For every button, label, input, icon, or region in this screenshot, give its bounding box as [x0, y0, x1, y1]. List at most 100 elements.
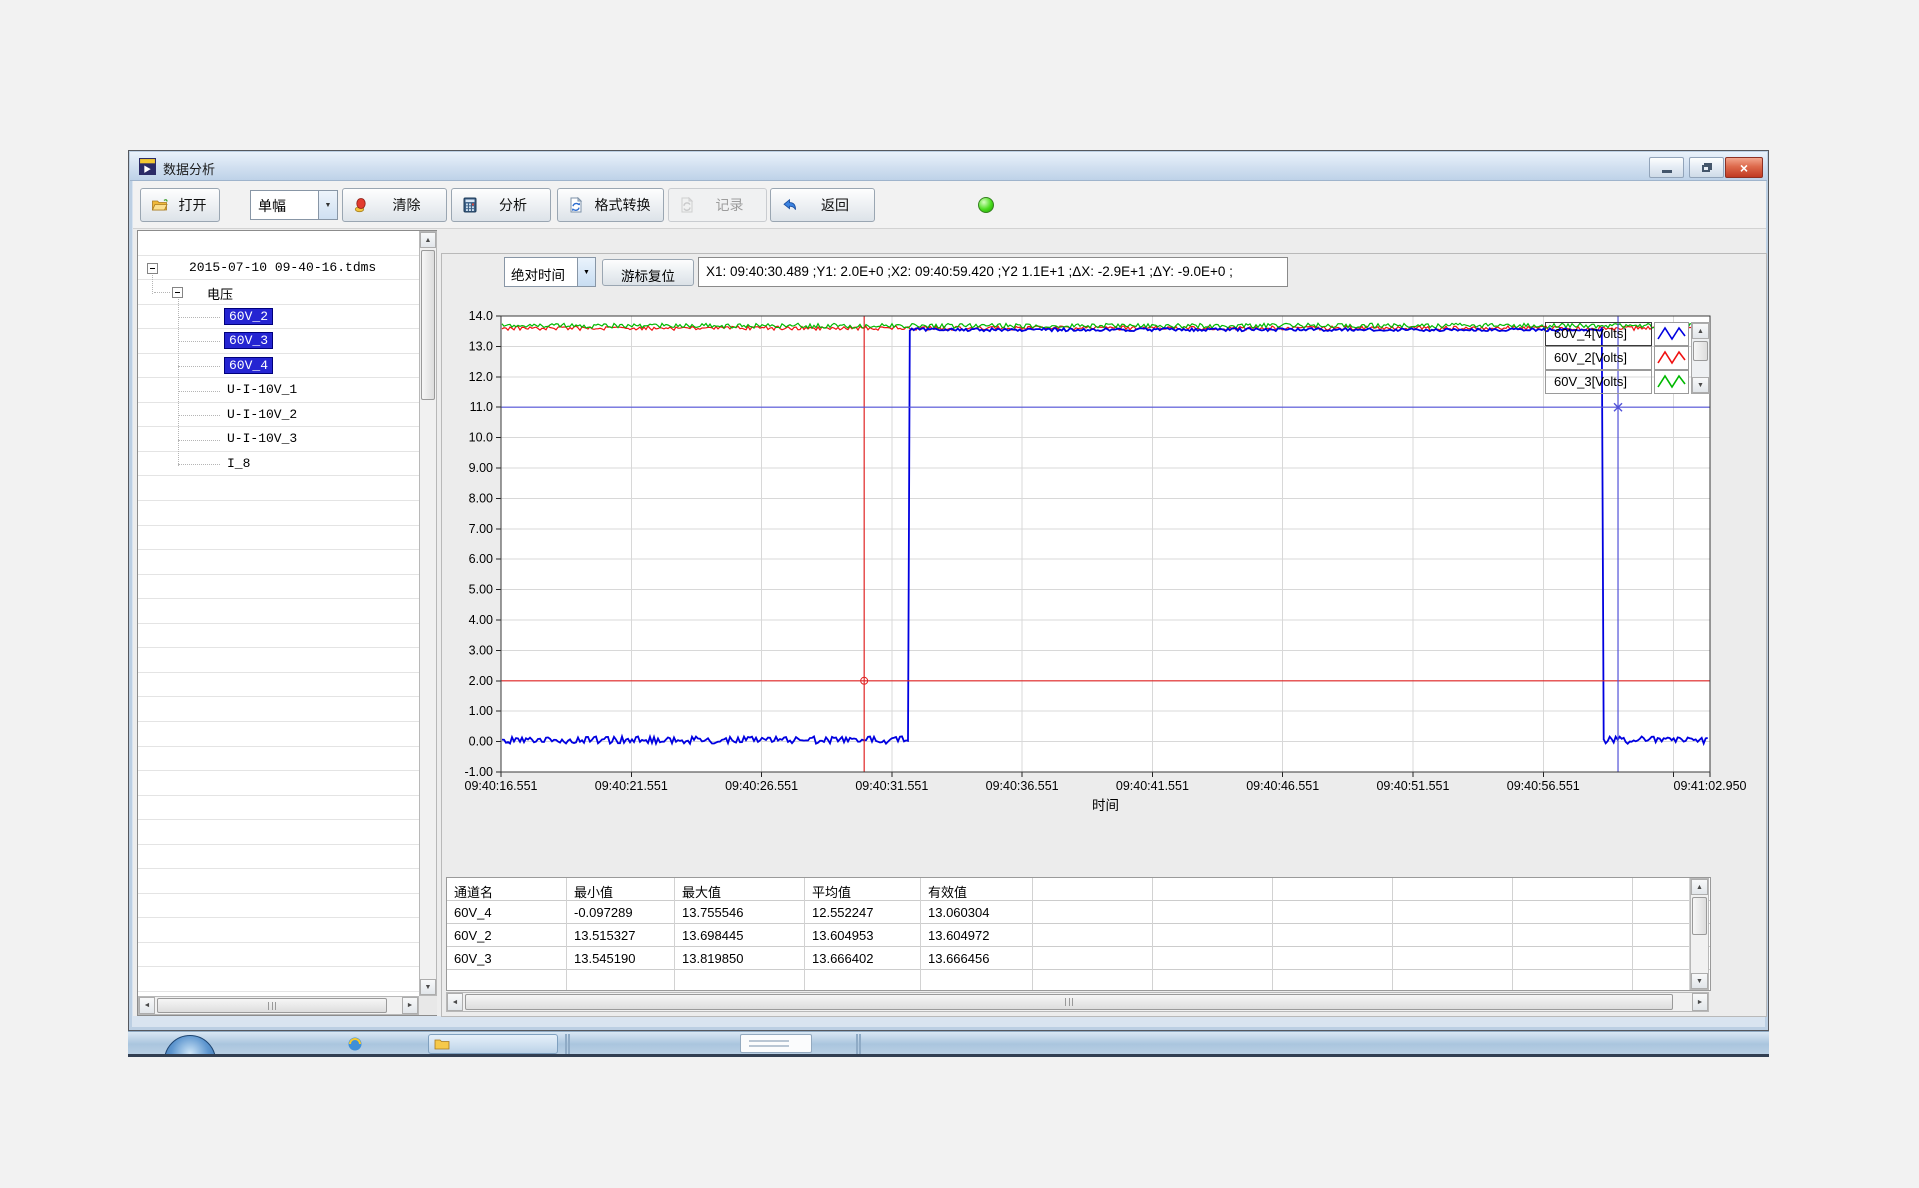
- tree-vscrollbar[interactable]: ▲ ▼: [419, 231, 437, 996]
- scroll-up-icon[interactable]: ▲: [420, 232, 436, 248]
- record-button[interactable]: 记录: [668, 188, 767, 222]
- scroll-right-icon[interactable]: ►: [1692, 993, 1708, 1011]
- legend-sample-60V_4[Volts][interactable]: [1654, 322, 1689, 346]
- tree-item-2015-07-10 09-40-16.tdms[interactable]: 2015-07-10 09-40-16.tdms: [189, 260, 376, 275]
- stats-row-60V_3: 60V_313.54519013.81985013.66640213.66645…: [447, 947, 1710, 970]
- svg-text:12.0: 12.0: [469, 370, 493, 384]
- tree-connector: [178, 366, 220, 367]
- start-button[interactable]: [164, 1035, 216, 1054]
- tree-row: [138, 968, 419, 993]
- scroll-right-icon[interactable]: ►: [402, 997, 418, 1014]
- tree-row: [138, 477, 419, 502]
- svg-text:13.0: 13.0: [469, 339, 493, 353]
- svg-text:7.00: 7.00: [469, 522, 493, 536]
- tree-item-I_8[interactable]: I_8: [227, 456, 250, 471]
- stats-row-60V_4-cell: [1513, 901, 1633, 924]
- tree-expand-toggle[interactable]: [147, 263, 158, 274]
- stats-header-row-cell: [1273, 878, 1393, 901]
- legend-item-60V_3[Volts][interactable]: 60V_3[Volts]: [1545, 370, 1652, 394]
- minimize-button[interactable]: [1649, 157, 1684, 178]
- format-convert-button[interactable]: 格式转换: [557, 188, 664, 222]
- tree-hscrollbar[interactable]: ◄ ►: [138, 996, 419, 1015]
- scroll-up-icon[interactable]: ▲: [1692, 323, 1709, 339]
- legend-item-60V_2[Volts][interactable]: 60V_2[Volts]: [1545, 346, 1652, 370]
- stats-empty-row: [447, 970, 1710, 991]
- clear-button[interactable]: 清除: [342, 188, 447, 222]
- tree-hscroll-thumb[interactable]: [157, 998, 387, 1013]
- tree-connector: [178, 317, 220, 318]
- scroll-down-icon[interactable]: ▼: [1692, 377, 1709, 393]
- scroll-up-icon[interactable]: ▲: [1691, 879, 1708, 895]
- svg-text:4.00: 4.00: [469, 613, 493, 627]
- scroll-left-icon[interactable]: ◄: [447, 993, 463, 1011]
- convert-file-icon: [568, 197, 584, 213]
- stats-row-60V_2-cell: [1273, 924, 1393, 947]
- time-mode-combo[interactable]: 绝对时间 ▼: [504, 257, 596, 287]
- open-button-label: 打开: [176, 195, 209, 215]
- tree-row: 60V_2: [138, 305, 419, 330]
- folder-open-icon: [151, 197, 168, 213]
- tree-item-U-I-10V_2[interactable]: U-I-10V_2: [227, 407, 297, 422]
- maximize-button[interactable]: [1689, 157, 1724, 178]
- stats-header-row-cell: [1633, 878, 1690, 901]
- svg-text:09:40:51.551: 09:40:51.551: [1376, 779, 1449, 793]
- legend-sample-60V_3[Volts][interactable]: [1654, 370, 1689, 394]
- graph-hscrollbar[interactable]: ◄ ►: [446, 992, 1709, 1012]
- chevron-down-icon[interactable]: ▼: [577, 258, 595, 286]
- taskbar-separator: [856, 1034, 858, 1054]
- tree-item-60V_3[interactable]: 60V_3: [224, 332, 273, 349]
- tree-connector: [178, 341, 220, 342]
- scroll-down-icon[interactable]: ▼: [1691, 973, 1708, 989]
- stats-header-row-cell: 平均值: [805, 878, 921, 901]
- stats-empty-row-cell: [1033, 970, 1153, 991]
- status-led: [978, 197, 994, 213]
- tree-item-U-I-10V_1[interactable]: U-I-10V_1: [227, 382, 297, 397]
- stats-vscrollbar[interactable]: ▲ ▼: [1690, 878, 1709, 990]
- tree-row: [138, 820, 419, 845]
- tree-item-60V_4[interactable]: 60V_4: [224, 357, 273, 374]
- scroll-left-icon[interactable]: ◄: [139, 997, 155, 1014]
- stats-row-60V_2-cell: 13.604953: [805, 924, 921, 947]
- svg-text:5.00: 5.00: [469, 583, 493, 597]
- tree-item-60V_2[interactable]: 60V_2: [224, 308, 273, 325]
- tree-row: [138, 722, 419, 747]
- tree-vscroll-thumb[interactable]: [421, 250, 435, 400]
- taskbar-app-button[interactable]: [428, 1034, 558, 1054]
- scroll-down-icon[interactable]: ▼: [420, 979, 436, 995]
- stats-row-60V_4-cell: 12.552247: [805, 901, 921, 924]
- tree-item-U-I-10V_3[interactable]: U-I-10V_3: [227, 431, 297, 446]
- legend-scroll-thumb[interactable]: [1693, 341, 1708, 361]
- stats-vscroll-thumb[interactable]: [1692, 897, 1707, 935]
- stats-empty-row-cell: [1273, 970, 1393, 991]
- stats-row-60V_2-cell: [1153, 924, 1273, 947]
- cursor-reset-button[interactable]: 游标复位: [602, 259, 694, 286]
- svg-text:09:40:41.551: 09:40:41.551: [1116, 779, 1189, 793]
- open-button[interactable]: 打开: [140, 188, 220, 222]
- legend-sample-60V_2[Volts][interactable]: [1654, 346, 1689, 370]
- tree-row: 60V_3: [138, 329, 419, 354]
- taskbar-thumbnail-button[interactable]: [740, 1034, 812, 1053]
- calculator-icon: [462, 197, 478, 213]
- stats-row-60V_4-cell: 60V_4: [447, 901, 567, 924]
- graph-hscroll-thumb[interactable]: [465, 994, 1673, 1010]
- stats-empty-row-cell: [805, 970, 921, 991]
- legend-scrollbar[interactable]: ▲▼: [1691, 322, 1710, 394]
- tree-expand-toggle[interactable]: [172, 287, 183, 298]
- stats-empty-row-cell: [447, 970, 567, 991]
- scroll-corner: [419, 996, 437, 1015]
- close-button[interactable]: ×: [1725, 157, 1763, 178]
- svg-text:11.0: 11.0: [470, 400, 493, 414]
- chevron-down-icon[interactable]: ▼: [318, 191, 337, 219]
- close-icon: ×: [1740, 160, 1748, 176]
- quicklaunch-icon[interactable]: [346, 1036, 364, 1052]
- stats-row-60V_4-cell: [1393, 901, 1513, 924]
- tree-item-电压[interactable]: 电压: [207, 284, 233, 303]
- analyze-button[interactable]: 分析: [451, 188, 551, 222]
- svg-text:09:40:36.551: 09:40:36.551: [986, 779, 1059, 793]
- back-button[interactable]: 返回: [770, 188, 875, 222]
- tree-row: I_8: [138, 452, 419, 477]
- display-mode-combo[interactable]: 单幅 ▼: [250, 190, 338, 220]
- tree-row: [138, 845, 419, 870]
- svg-text:09:40:31.551: 09:40:31.551: [855, 779, 928, 793]
- legend-item-60V_4[Volts][interactable]: 60V_4[Volts]: [1545, 322, 1652, 346]
